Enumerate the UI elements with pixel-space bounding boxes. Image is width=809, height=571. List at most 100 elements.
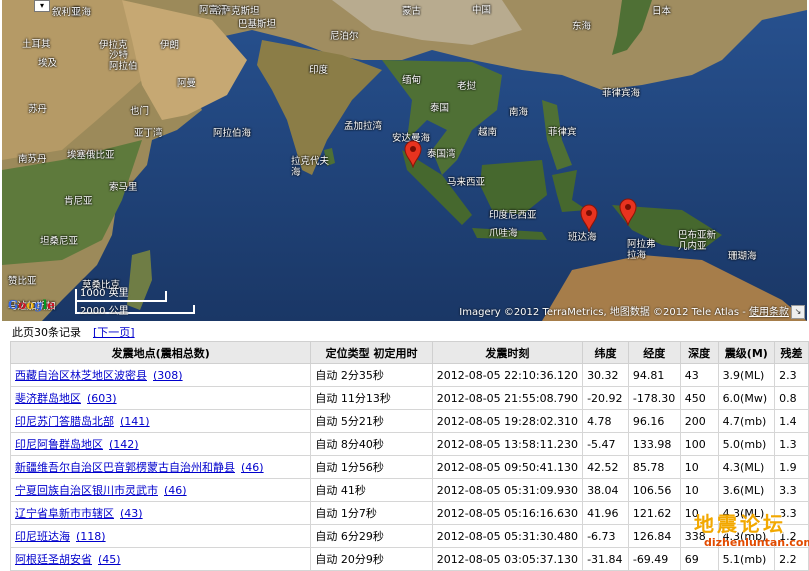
header-time[interactable]: 发震时刻 bbox=[431, 341, 584, 364]
map-scale: 1000 英里 2000 公里 bbox=[72, 283, 202, 319]
cell-place: 印尼阿鲁群岛地区 (142) bbox=[9, 432, 312, 456]
map-label: 土耳其 bbox=[22, 39, 51, 50]
place-link[interactable]: 阿根廷圣胡安省 bbox=[15, 553, 92, 566]
table-row: 斐济群岛地区 (603) 自动 11分13秒 2012-08-05 21:55:08.… bbox=[9, 386, 809, 410]
table-row: 印尼阿鲁群岛地区 (142) 自动 8分40秒 2012-08-05 13:58:11… bbox=[9, 432, 809, 456]
map-copyright: Imagery ©2012 TerraMetrics, 地图数据 ©2012 T… bbox=[459, 303, 789, 318]
cell-location-type: 自动 20分9秒 bbox=[310, 547, 433, 571]
cell-place: 宁夏回族自治区银川市灵武市 (46) bbox=[9, 478, 312, 502]
cell-depth: 100 bbox=[679, 432, 719, 456]
header-depth[interactable]: 深度 bbox=[679, 341, 719, 364]
table-row: 辽宁省阜新市市辖区 (43) 自动 1分7秒 2012-08-05 05:16:16.… bbox=[9, 501, 809, 525]
place-link[interactable]: 印尼班达海 bbox=[15, 530, 70, 543]
table-header-row: 发震地点(震相总数) 定位类型 初定用时 发震时刻 纬度 经度 深度 震级(M)… bbox=[9, 341, 809, 364]
place-link[interactable]: 新疆维吾尔自治区巴音郭楞蒙古自治州和静县 bbox=[15, 461, 235, 474]
map-label: 蒙古 bbox=[402, 6, 422, 17]
header-residual[interactable]: 残差 bbox=[774, 341, 809, 364]
phase-count-link[interactable]: (46) bbox=[164, 484, 187, 497]
map-label: 东海 bbox=[572, 21, 592, 32]
phase-count-link[interactable]: (308) bbox=[153, 369, 183, 382]
cell-magnitude: 3.6(ML) bbox=[717, 478, 776, 502]
map-pin-icon[interactable] bbox=[619, 198, 637, 226]
cell-depth: 10 bbox=[679, 478, 719, 502]
phase-count-link[interactable]: (141) bbox=[120, 415, 150, 428]
map-label: 印度尼西亚 bbox=[489, 210, 537, 221]
place-link[interactable]: 西藏自治区林芝地区波密县 bbox=[15, 369, 147, 382]
cell-place: 辽宁省阜新市市辖区 (43) bbox=[9, 501, 312, 525]
place-link[interactable]: 宁夏回族自治区银川市灵武市 bbox=[15, 484, 158, 497]
cell-location-type: 自动 1分7秒 bbox=[310, 501, 433, 525]
place-link[interactable]: 辽宁省阜新市市辖区 bbox=[15, 507, 114, 520]
map-type-toggle[interactable]: ▾ bbox=[34, 0, 50, 12]
pager: 此页30条记录 [下一页] bbox=[12, 324, 135, 340]
cell-residual: 1.3 bbox=[774, 432, 809, 456]
terms-of-use-link[interactable]: 使用条款 bbox=[749, 307, 789, 318]
header-place[interactable]: 发震地点(震相总数) bbox=[9, 341, 312, 364]
cell-place: 西藏自治区林芝地区波密县 (308) bbox=[9, 363, 312, 387]
map-label: 巴基斯坦 bbox=[238, 19, 277, 30]
cell-longitude: 106.56 bbox=[627, 478, 681, 502]
cell-longitude: 121.62 bbox=[627, 501, 681, 525]
map-label: 南苏丹 bbox=[18, 154, 47, 165]
cell-depth: 43 bbox=[679, 363, 719, 387]
map-label: 南海 bbox=[509, 107, 529, 118]
google-logo[interactable]: Google bbox=[8, 298, 55, 312]
cell-residual: 0.8 bbox=[774, 386, 809, 410]
map-label: 亚丁湾 bbox=[134, 128, 163, 139]
table-row: 宁夏回族自治区银川市灵武市 (46) 自动 41秒 2012-08-05 05:31:… bbox=[9, 478, 809, 502]
cell-location-type: 自动 8分40秒 bbox=[310, 432, 433, 456]
cell-location-type: 自动 41秒 bbox=[310, 478, 433, 502]
cell-place: 新疆维吾尔自治区巴音郭楞蒙古自治州和静县 (46) bbox=[9, 455, 312, 479]
cell-time: 2012-08-05 05:31:09.930 bbox=[431, 478, 584, 502]
phase-count-link[interactable]: (46) bbox=[241, 461, 264, 474]
phase-count-link[interactable]: (45) bbox=[98, 553, 121, 566]
map-label: 阿拉弗 拉海 bbox=[627, 239, 656, 261]
map-pin-icon[interactable] bbox=[580, 204, 598, 232]
place-link[interactable]: 斐济群岛地区 bbox=[15, 392, 81, 405]
next-page-link[interactable]: [下一页] bbox=[93, 326, 135, 339]
map-label: 索马里 bbox=[109, 182, 138, 193]
scale-miles: 1000 英里 bbox=[80, 288, 129, 299]
cell-time: 2012-08-05 21:55:08.790 bbox=[431, 386, 584, 410]
map-label: 珊瑚海 bbox=[728, 251, 757, 262]
header-latitude[interactable]: 纬度 bbox=[582, 341, 629, 364]
place-link[interactable]: 印尼苏门答腊岛北部 bbox=[15, 415, 114, 428]
cell-longitude: 126.84 bbox=[627, 524, 681, 548]
cell-longitude: 85.78 bbox=[627, 455, 681, 479]
phase-count-link[interactable]: (43) bbox=[120, 507, 143, 520]
table-row: 阿根廷圣胡安省 (45) 自动 20分9秒 2012-08-05 03:05:37.1… bbox=[9, 547, 809, 571]
map-label: 泰国 bbox=[430, 103, 450, 114]
phase-count-link[interactable]: (142) bbox=[109, 438, 139, 451]
map-pin-icon[interactable] bbox=[404, 140, 422, 168]
table-row: 印尼苏门答腊岛北部 (141) 自动 5分21秒 2012-08-05 19:28:0… bbox=[9, 409, 809, 433]
watermark-en: dizhenluntan.com bbox=[704, 536, 809, 549]
cell-latitude: 41.96 bbox=[582, 501, 629, 525]
copyright-text: Imagery ©2012 TerraMetrics, 地图数据 ©2012 T… bbox=[459, 307, 749, 318]
cell-latitude: 30.32 bbox=[582, 363, 629, 387]
cell-magnitude: 3.9(ML) bbox=[717, 363, 776, 387]
map-label: 阿拉伯海 bbox=[213, 128, 252, 139]
cell-place: 斐济群岛地区 (603) bbox=[9, 386, 312, 410]
place-link[interactable]: 印尼阿鲁群岛地区 bbox=[15, 438, 103, 451]
map-label: 肯尼亚 bbox=[64, 196, 93, 207]
phase-count-link[interactable]: (118) bbox=[76, 530, 106, 543]
cell-depth: 10 bbox=[679, 455, 719, 479]
resize-icon[interactable]: ↘ bbox=[791, 305, 805, 319]
header-magnitude[interactable]: 震级(M) bbox=[717, 341, 776, 364]
cell-depth: 450 bbox=[679, 386, 719, 410]
phase-count-link[interactable]: (603) bbox=[87, 392, 117, 405]
map-label: 伊朗 bbox=[160, 40, 180, 51]
header-location-type[interactable]: 定位类型 初定用时 bbox=[310, 341, 433, 364]
cell-place: 印尼班达海 (118) bbox=[9, 524, 312, 548]
map-label: 埃及 bbox=[38, 58, 58, 69]
cell-latitude: -31.84 bbox=[582, 547, 629, 571]
map-label: 孟加拉湾 bbox=[344, 121, 383, 132]
cell-latitude: 4.78 bbox=[582, 409, 629, 433]
earthquake-map[interactable]: ▾ 里海 哈萨克斯坦 蒙古 土耳其 叙利亚 伊拉克 伊朗 阿富汗 巴基斯坦 中国… bbox=[2, 0, 807, 321]
map-label: 苏丹 bbox=[28, 104, 48, 115]
cell-residual: 3.3 bbox=[774, 478, 809, 502]
header-longitude[interactable]: 经度 bbox=[627, 341, 681, 364]
cell-longitude: 94.81 bbox=[627, 363, 681, 387]
map-label: 爪哇海 bbox=[489, 228, 518, 239]
cell-latitude: 42.52 bbox=[582, 455, 629, 479]
